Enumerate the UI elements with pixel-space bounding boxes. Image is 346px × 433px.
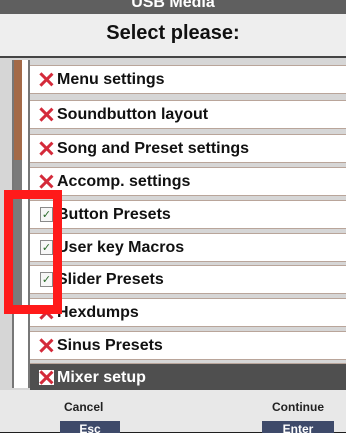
screen: USB Media Select please: Menu settings S… xyxy=(0,0,346,433)
list-item-label: Song and Preset settings xyxy=(57,140,250,157)
x-mark-icon xyxy=(39,370,54,385)
list-item-label: Soundbutton layout xyxy=(57,106,209,123)
list-item-label: Menu settings xyxy=(57,71,165,88)
list-item-accomp-settings[interactable]: Accomp. settings xyxy=(30,167,346,196)
continue-label: Continue xyxy=(272,400,324,414)
list-item-hexdumps[interactable]: Hexdumps xyxy=(30,298,346,327)
list-item-mixer-setup[interactable]: Mixer setup xyxy=(30,363,346,392)
list-item-user-key-macros[interactable]: ✓ User key Macros xyxy=(30,233,346,262)
cancel-button[interactable]: Esc xyxy=(60,421,120,433)
list-item-label: Hexdumps xyxy=(57,304,139,321)
continue-button[interactable]: Enter xyxy=(262,421,334,433)
x-mark-icon xyxy=(39,107,54,122)
list-item-button-presets[interactable]: ✓ Button Presets xyxy=(30,200,346,229)
highlight-box xyxy=(4,190,62,314)
title-bar: USB Media xyxy=(0,0,346,14)
dialog-title: Select please: xyxy=(106,22,240,44)
cancel-label: Cancel xyxy=(64,400,104,414)
x-mark-icon xyxy=(39,72,54,87)
x-mark-icon xyxy=(39,174,54,189)
list-item-song-and-preset-settings[interactable]: Song and Preset settings xyxy=(30,134,346,163)
list-item-label: User key Macros xyxy=(57,239,185,256)
list-item-soundbutton-layout[interactable]: Soundbutton layout xyxy=(30,100,346,129)
list-item-label: Sinus Presets xyxy=(57,337,163,354)
list-item-menu-settings[interactable]: Menu settings xyxy=(30,65,346,94)
list-item-label: Slider Presets xyxy=(57,271,164,288)
list-item-label: Button Presets xyxy=(57,206,171,223)
list-item-label: Mixer setup xyxy=(57,369,146,386)
list-item-sinus-presets[interactable]: Sinus Presets xyxy=(30,331,346,360)
title-text: USB Media xyxy=(131,0,215,11)
list-item-slider-presets[interactable]: ✓ Slider Presets xyxy=(30,265,346,294)
list-item-label: Accomp. settings xyxy=(57,173,191,190)
x-mark-icon xyxy=(39,141,54,156)
x-mark-icon xyxy=(39,338,54,353)
